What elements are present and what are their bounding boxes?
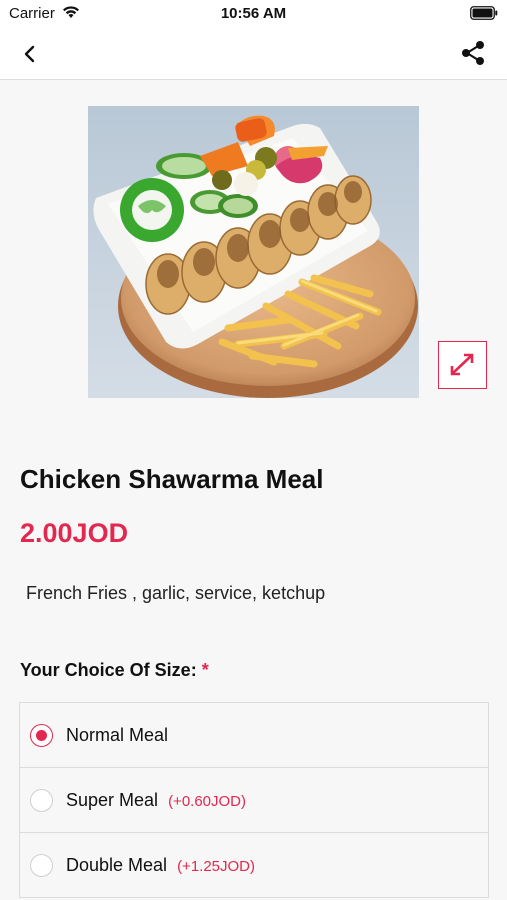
product-title: Chicken Shawarma Meal <box>20 464 324 494</box>
size-option-label: Super Meal <box>66 790 159 810</box>
product-description: French Fries , garlic, service, ketchup <box>26 583 326 603</box>
back-button[interactable] <box>16 40 44 68</box>
size-choice-heading: Your Choice Of Size: * <box>20 660 209 681</box>
share-button[interactable] <box>459 39 487 67</box>
product-price: 2.00JOD <box>20 518 129 548</box>
expand-image-button[interactable] <box>438 341 487 389</box>
status-time: 10:56 AM <box>220 5 287 22</box>
expand-icon <box>450 353 474 376</box>
chevron-left-icon <box>24 45 35 63</box>
size-options-list: Normal Meal Super Meal (+0.60JOD) Double … <box>19 702 489 898</box>
required-marker: * <box>201 660 209 680</box>
size-option-normal-meal[interactable]: Normal Meal <box>19 702 489 768</box>
battery-icon <box>470 6 498 20</box>
size-option-label-row: Double Meal (+1.25JOD) <box>66 855 255 876</box>
size-option-label: Double Meal <box>66 855 168 875</box>
nav-bar <box>0 28 507 80</box>
radio-selected-dot <box>35 729 47 741</box>
size-choice-label: Your Choice Of Size: <box>20 660 197 680</box>
size-option-super-meal[interactable]: Super Meal (+0.60JOD) <box>19 767 489 833</box>
product-image[interactable] <box>88 106 419 398</box>
food-photo <box>88 106 419 398</box>
size-option-extra-price: (+1.25JOD) <box>177 858 256 875</box>
size-option-label-row: Super Meal (+0.60JOD) <box>66 790 246 811</box>
radio-button[interactable] <box>30 854 53 877</box>
size-option-double-meal[interactable]: Double Meal (+1.25JOD) <box>19 832 489 898</box>
status-bar: Carrier 10:56 AM <box>0 0 507 28</box>
share-icon <box>462 41 484 65</box>
size-option-label: Normal Meal <box>66 725 169 745</box>
radio-button-selected[interactable] <box>30 724 53 747</box>
size-option-label-row: Normal Meal <box>66 725 168 746</box>
size-option-extra-price: (+0.60JOD) <box>168 793 247 810</box>
radio-button[interactable] <box>30 789 53 812</box>
